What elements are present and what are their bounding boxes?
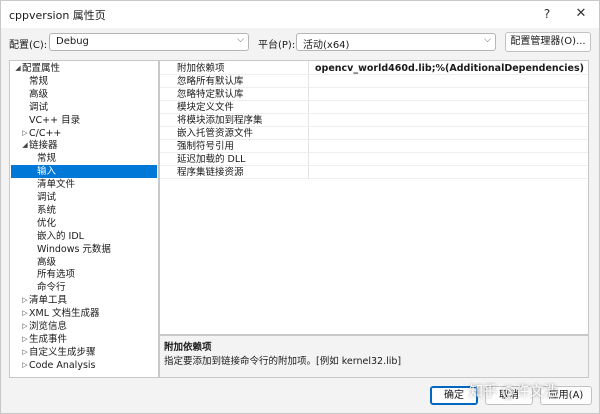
tree-item-label: 嵌入的 IDL [37,230,84,242]
tree-item-label: 所有选项 [37,269,76,281]
tree-item[interactable]: ▷ XML 文档生成器 [11,307,157,320]
collapsed-arrow-icon[interactable]: ▷ [21,333,29,346]
tree-item[interactable]: 常规 [11,75,157,88]
tree-item[interactable]: ▷ 生成事件 [11,333,157,346]
tree-item-label: 调试 [37,192,57,203]
platform-label: 平台(P): [258,40,296,51]
collapsed-arrow-icon[interactable]: ▷ [21,127,29,140]
row-separator [160,178,588,179]
tree-item-label: C/C++ [29,127,62,139]
configuration-label: 配置(C): [9,40,48,51]
tree-item-label: 清单工具 [29,295,68,307]
expanded-arrow-icon[interactable]: ◢ [21,139,29,152]
tree-item-label: VC++ 目录 [29,114,81,126]
tree-item-label: 系统 [37,204,57,216]
tree-item[interactable]: 输入 [11,165,157,179]
collapsed-arrow-icon[interactable]: ▷ [21,346,29,359]
property-pages-dialog: cppversion 属性页 ? ✕ 配置(C): Debug ⌵ 平台(P):… [0,0,600,414]
tree-item[interactable]: ◢ 链接器 [11,139,157,152]
tree-item[interactable]: ▷ 清单工具 [11,294,157,307]
chevron-down-icon: ⌵ [237,35,244,45]
tree-item[interactable]: ▷ 浏览信息 [11,320,157,333]
tree-item-label: 命令行 [37,282,66,294]
tree-item-label: 清单文件 [37,179,76,191]
close-button[interactable]: ✕ [569,4,593,24]
tree-item[interactable]: 高级 [11,88,157,101]
help-button[interactable]: ? [535,4,559,24]
tree-item[interactable]: 系统 [11,204,157,217]
tree-item[interactable]: 调试 [11,191,157,204]
tree-item[interactable]: VC++ 目录 [11,114,157,127]
tree-item-label: 常规 [37,153,57,165]
platform-value: 活动(x64) [303,40,350,51]
window-title: cppversion 属性页 [9,9,106,22]
collapsed-arrow-icon[interactable]: ▷ [21,307,29,320]
platform-combo[interactable]: 活动(x64) ⌵ [296,33,496,51]
chevron-down-icon: ⌵ [484,35,491,45]
tree-item[interactable]: 所有选项 [11,268,157,281]
tree-item-label: 链接器 [29,140,58,152]
configuration-combo[interactable]: Debug ⌵ [49,33,249,51]
tree-item-label: 生成事件 [29,333,68,345]
tree-item[interactable]: 嵌入的 IDL [11,230,157,243]
watermark: 知乎 @许文浩 [469,384,558,400]
tree-item-label: 自定义生成步骤 [29,346,96,358]
property-tree[interactable]: ◢ 配置属性 常规 高级 调试 VC++ 目录 ▷ C/C++ ◢ 链接器 常规 输入 清单文件 调试 系统… [9,60,159,378]
tree-item-label: 常规 [29,75,49,87]
tree-item-label: 优化 [37,217,57,229]
description-panel: 附加依赖项 指定要添加到链接命令行的附加项。[例如 kernel32.lib] [159,335,589,378]
tree-item-label: 配置属性 [22,63,61,74]
tree-item-label: 高级 [37,256,57,268]
collapsed-arrow-icon[interactable]: ▷ [21,320,29,333]
tree-item[interactable]: 调试 [11,101,157,114]
tree-item[interactable]: 命令行 [11,281,157,294]
collapsed-arrow-icon[interactable]: ▷ [21,294,29,307]
tree-item-label: 浏览信息 [29,321,68,332]
tree-item[interactable]: ◢ 配置属性 [11,62,157,75]
description-title: 附加依赖项 [164,342,212,353]
tree-item[interactable]: ▷ 自定义生成步骤 [11,346,157,359]
description-text: 指定要添加到链接命令行的附加项。[例如 kernel32.lib] [164,356,402,367]
tree-item[interactable]: ▷ C/C++ [11,127,157,140]
configuration-manager-button[interactable]: 配置管理器(O)... [505,32,591,52]
tree-item[interactable]: 高级 [11,256,157,269]
tree-item-label: 高级 [29,88,49,100]
tree-item-label: XML 文档生成器 [29,308,100,320]
collapsed-arrow-icon[interactable]: ▷ [21,359,29,372]
tree-item-label: 调试 [29,101,49,113]
tree-item[interactable]: Windows 元数据 [11,243,157,256]
title-bar: cppversion 属性页 ? ✕ [1,1,599,28]
tree-item[interactable]: ▷ Code Analysis [11,359,157,372]
tree-item[interactable]: 优化 [11,217,157,230]
property-grid[interactable]: 附加依赖项 opencv_world460d.lib;%(AdditionalDe… [159,60,589,335]
tree-item-label: Code Analysis [29,359,96,371]
tree-item-label: Windows 元数据 [37,243,111,255]
tree-item-label: 输入 [37,166,57,178]
expanded-arrow-icon[interactable]: ◢ [14,62,22,75]
tree-item[interactable]: 清单文件 [11,178,157,191]
tree-item[interactable]: 常规 [11,152,157,165]
configuration-value: Debug [56,36,89,47]
